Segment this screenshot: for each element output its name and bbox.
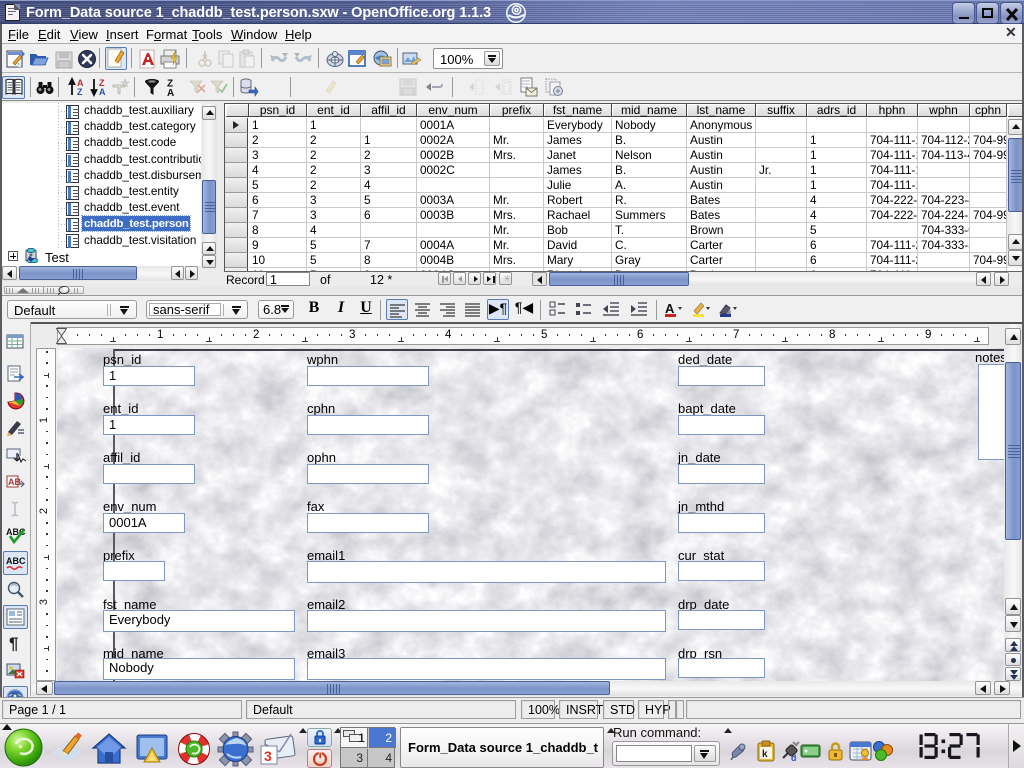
svg-text:AB: AB <box>8 477 21 487</box>
svg-text:A: A <box>99 87 106 97</box>
svg-text:d: d <box>791 753 797 762</box>
svg-text:Z: Z <box>77 87 83 97</box>
svg-text:ABC: ABC <box>6 556 26 566</box>
svg-text:k: k <box>762 749 768 760</box>
svg-text:3: 3 <box>264 748 272 764</box>
svg-text:A: A <box>167 88 174 97</box>
svg-text:A: A <box>665 301 675 316</box>
